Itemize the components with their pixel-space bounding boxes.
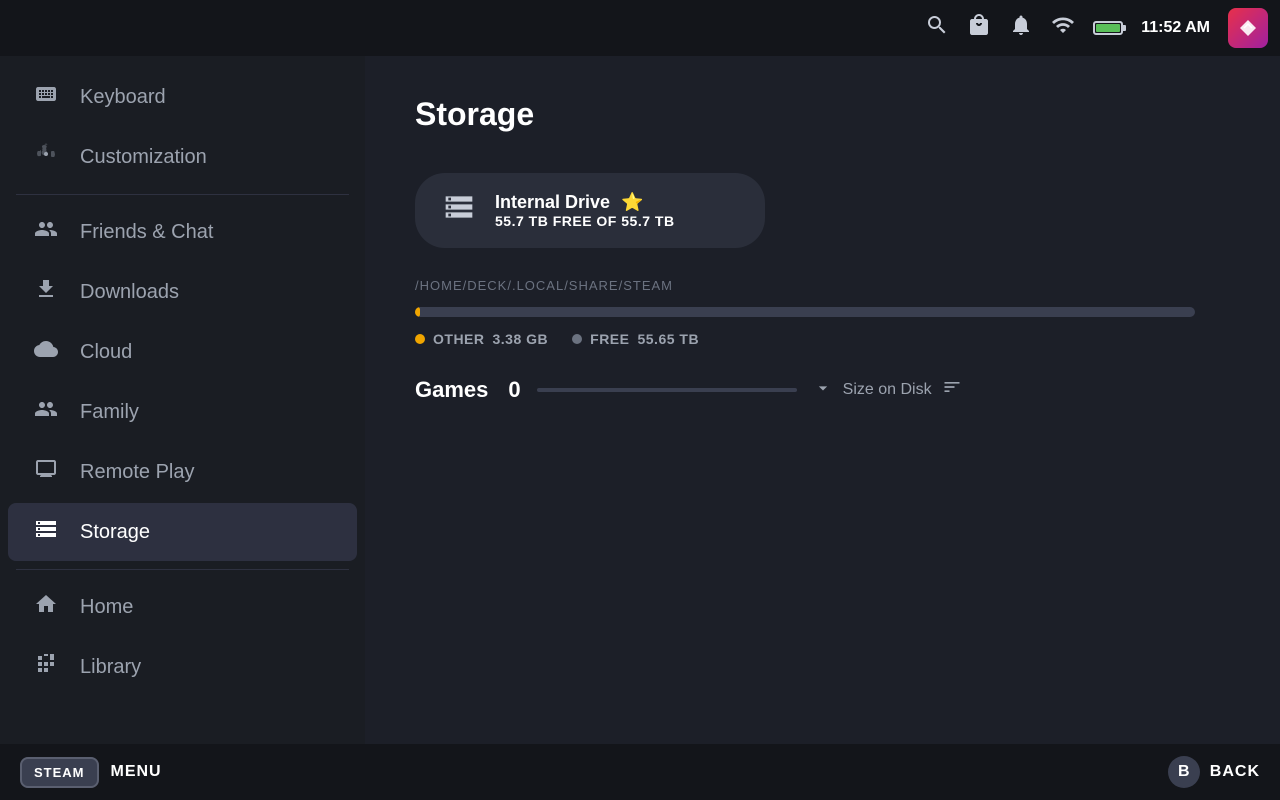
sidebar-item-family-label: Family [80,401,139,424]
family-icon [32,397,60,427]
notifications-icon[interactable] [1009,13,1033,43]
drive-space: 55.7 TB FREE OF 55.7 TB [495,213,675,229]
steam-menu-button[interactable]: STEAM MENU [20,757,162,788]
storage-path: /HOME/DECK/.LOCAL/SHARE/STEAM [415,278,1230,293]
sidebar-item-remote-play[interactable]: Remote Play [8,443,357,501]
topbar-icons: 11:52 AM [925,8,1268,48]
progress-bar-container [415,307,1195,317]
sidebar-item-home[interactable]: Home [8,578,357,636]
chevron-down-icon [813,378,833,403]
sidebar: Keyboard Customization Friends & Chat Do… [0,56,365,744]
free-dot [572,334,582,344]
sidebar-item-friends-label: Friends & Chat [80,221,213,244]
sidebar-item-library[interactable]: Library [8,638,357,696]
remote-play-icon [32,457,60,487]
friends-icon [32,217,60,247]
connectivity-icon [1051,13,1075,43]
legend-free: FREE 55.65 TB [572,331,699,347]
games-section: Games 0 Size on Disk [415,377,1230,403]
other-value: 3.38 GB [493,331,549,347]
sidebar-item-cloud-label: Cloud [80,341,132,364]
store-icon[interactable] [967,13,991,43]
sidebar-item-storage[interactable]: Storage [8,503,357,561]
sidebar-item-remote-play-label: Remote Play [80,461,195,484]
library-icon [32,652,60,682]
sidebar-item-friends[interactable]: Friends & Chat [8,203,357,261]
sidebar-item-keyboard[interactable]: Keyboard [8,68,357,126]
divider-1 [16,194,349,195]
main-content: Storage Internal Drive ⭐ 55.7 TB FREE OF… [365,56,1280,744]
bottombar: STEAM MENU B BACK [0,744,1280,800]
free-value: 55.65 TB [637,331,699,347]
free-label: FREE [590,331,629,347]
storage-legend: OTHER 3.38 GB FREE 55.65 TB [415,331,1230,347]
storage-card-info: Internal Drive ⭐ 55.7 TB FREE OF 55.7 TB [495,192,675,229]
drive-icon [443,191,475,230]
search-icon[interactable] [925,13,949,43]
sidebar-item-cloud[interactable]: Cloud [8,323,357,381]
home-icon [32,592,60,622]
sidebar-item-downloads-label: Downloads [80,281,179,304]
other-dot [415,334,425,344]
sidebar-item-keyboard-label: Keyboard [80,86,166,109]
sidebar-item-downloads[interactable]: Downloads [8,263,357,321]
sidebar-item-library-label: Library [80,656,141,679]
cloud-icon [32,337,60,367]
b-circle: B [1168,756,1200,788]
games-label: Games [415,377,488,403]
battery-icon [1093,21,1123,35]
storage-icon [32,517,60,547]
downloads-icon [32,277,60,307]
back-label: BACK [1210,763,1260,781]
page-title: Storage [415,96,1230,133]
back-button[interactable]: B BACK [1168,756,1260,788]
sort-label: Size on Disk [843,381,932,399]
sort-icon [942,377,962,403]
drive-name: Internal Drive ⭐ [495,192,675,213]
games-progress-bar [537,388,797,392]
other-label: OTHER [433,331,485,347]
topbar-time: 11:52 AM [1141,19,1210,37]
games-count: 0 [508,377,520,403]
sidebar-item-home-label: Home [80,596,133,619]
sidebar-item-storage-label: Storage [80,521,150,544]
customization-icon [32,142,60,172]
legend-other: OTHER 3.38 GB [415,331,548,347]
games-sort[interactable]: Size on Disk [813,377,962,403]
menu-label: MENU [111,763,162,781]
sidebar-item-customization-label: Customization [80,146,207,169]
sidebar-item-family[interactable]: Family [8,383,357,441]
progress-bar-fill [415,307,420,317]
app-icon[interactable] [1228,8,1268,48]
topbar: 11:52 AM [0,0,1280,56]
storage-card[interactable]: Internal Drive ⭐ 55.7 TB FREE OF 55.7 TB [415,173,765,248]
keyboard-icon [32,82,60,112]
divider-2 [16,569,349,570]
sidebar-item-customization[interactable]: Customization [8,128,357,186]
steam-label[interactable]: STEAM [20,757,99,788]
